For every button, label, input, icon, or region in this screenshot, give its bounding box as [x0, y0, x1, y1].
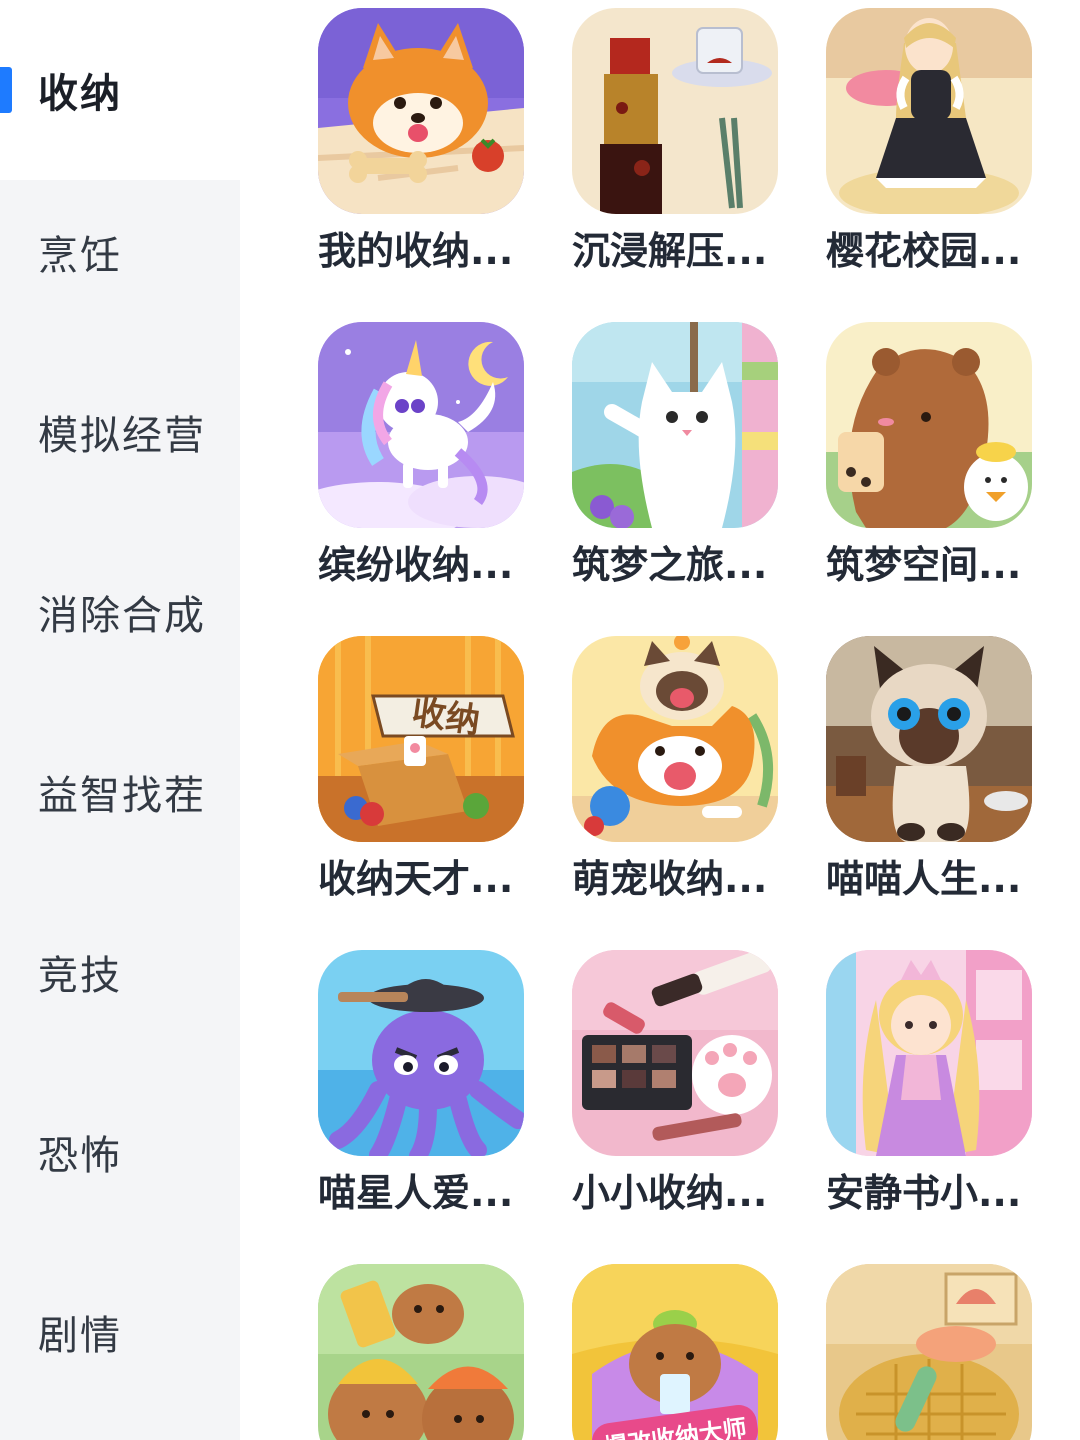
sidebar-item-storage[interactable]: 收纳 [0, 0, 240, 180]
game-tile[interactable]: 喵喵人生... [826, 636, 1036, 904]
sidebar-item-label: 烹饪 [38, 233, 122, 279]
sidebar-item-label: 恐怖 [38, 1133, 122, 1179]
game-tile[interactable]: 筑梦空间... [826, 322, 1036, 590]
game-tile[interactable]: 小小收纳... [572, 950, 782, 1218]
sidebar-item-cooking[interactable]: 烹饪 [0, 162, 240, 342]
sidebar-item-label: 竞技 [38, 953, 122, 999]
game-title: 筑梦空间... [826, 543, 1022, 587]
princess-icon [826, 950, 1032, 1156]
sidebar-item-label: 收纳 [38, 71, 122, 117]
corgi-dog-icon [318, 8, 524, 214]
game-title: 樱花校园... [826, 229, 1022, 273]
makeup-palette-icon [572, 950, 778, 1156]
game-title: 喵喵人生... [826, 857, 1022, 901]
sidebar-item-label: 益智找茬 [38, 773, 206, 819]
sidebar-item-puzzle[interactable]: 益智找茬 [0, 702, 240, 882]
sidebar-item-label: 消除合成 [38, 593, 206, 639]
sidebar-item-match-merge[interactable]: 消除合成 [0, 522, 240, 702]
game-title: 沉浸解压... [572, 229, 768, 273]
sidebar-item-story[interactable]: 剧情 [0, 1242, 240, 1422]
capybara-drink-icon: 爆改收纳大师 [572, 1264, 778, 1440]
game-tile[interactable]: 萌宠收纳... [572, 636, 782, 904]
sidebar-item-label: 模拟经营 [38, 413, 206, 459]
game-title: 缤纷收纳... [318, 543, 514, 587]
game-tile[interactable]: 爆改收纳大师 [572, 1264, 782, 1440]
app-screen: 收纳 烹饪 模拟经营 消除合成 益智找茬 竞技 恐怖 剧情 我的收纳... 沉浸… [0, 0, 1080, 1440]
sidebar-item-competitive[interactable]: 竞技 [0, 882, 240, 1062]
game-tile[interactable] [318, 1264, 528, 1440]
anime-girl-icon [826, 8, 1032, 214]
cozy-room-icon [826, 1264, 1032, 1440]
game-title: 我的收纳... [318, 229, 514, 273]
cat-and-dog-icon [572, 636, 778, 842]
game-title: 安静书小... [826, 1171, 1022, 1215]
unicorn-icon [318, 322, 524, 528]
sidebar-item-label: 剧情 [38, 1313, 122, 1359]
game-tile[interactable]: 我的收纳... [318, 8, 528, 276]
active-indicator [0, 67, 12, 113]
lipstick-icon [572, 8, 778, 214]
game-title: 筑梦之旅... [572, 543, 768, 587]
game-title: 小小收纳... [572, 1171, 768, 1215]
game-title: 萌宠收纳... [572, 857, 768, 901]
storage-box-icon: 收纳 [318, 636, 524, 842]
game-title: 收纳天才... [318, 857, 514, 901]
game-tile[interactable]: 沉浸解压... [572, 8, 782, 276]
category-sidebar: 收纳 烹饪 模拟经营 消除合成 益智找茬 竞技 恐怖 剧情 [0, 0, 240, 1440]
sidebar-item-horror[interactable]: 恐怖 [0, 1062, 240, 1242]
game-tile[interactable] [826, 1264, 1036, 1440]
sidebar-item-simulation[interactable]: 模拟经营 [0, 342, 240, 522]
capybara-icon [826, 322, 1032, 528]
game-tile[interactable]: 筑梦之旅... [572, 322, 782, 590]
game-tile[interactable]: 樱花校园... [826, 8, 1036, 276]
capybara-workers-icon [318, 1264, 524, 1440]
siamese-cat-icon [826, 636, 1032, 842]
game-tile[interactable]: 安静书小... [826, 950, 1036, 1218]
game-title: 喵星人爱... [318, 1171, 514, 1215]
white-cat-icon [572, 322, 778, 528]
game-tile[interactable]: 缤纷收纳... [318, 322, 528, 590]
game-tile[interactable]: 喵星人爱... [318, 950, 528, 1218]
octopus-icon [318, 950, 524, 1156]
game-tile[interactable]: 收纳 收纳天才... [318, 636, 528, 904]
